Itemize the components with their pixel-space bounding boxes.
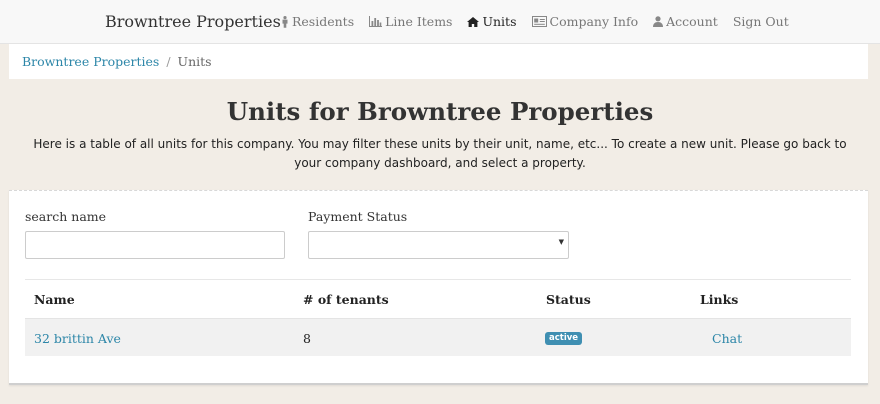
nav-item-units[interactable]: Units	[467, 14, 517, 29]
nav-item-label: Account	[666, 14, 718, 29]
top-navbar: Browntree Properties Residents Line Item…	[0, 0, 880, 44]
tenant-count: 8	[303, 331, 311, 346]
column-header-tenants: # of tenants	[303, 292, 389, 307]
breadcrumb-current: Units	[177, 54, 212, 69]
search-name-label: search name	[25, 209, 107, 224]
table-row: 32 brittin Ave 8 active Chat	[25, 318, 851, 356]
chevron-down-icon: ▼	[558, 238, 564, 246]
nav-item-sign-out[interactable]: Sign Out	[733, 14, 789, 29]
payment-status-label: Payment Status	[308, 209, 408, 224]
id-card-icon	[531, 16, 547, 27]
nav-item-residents[interactable]: Residents	[281, 14, 354, 29]
bar-chart-icon	[369, 16, 383, 27]
nav-item-company-info[interactable]: Company Info	[531, 14, 639, 29]
brand-logo-text[interactable]: Browntree Properties	[105, 12, 281, 31]
status-badge: active	[545, 332, 583, 345]
nav-item-label: Line Items	[385, 14, 453, 29]
divider	[25, 279, 851, 280]
units-panel: search name Payment Status ▼ Name # of t…	[9, 190, 868, 385]
nav-menu: Residents Line Items Units Company Info …	[281, 14, 804, 29]
page-description: Here is a table of all units for this co…	[33, 137, 847, 170]
unit-name-link[interactable]: 32 brittin Ave	[34, 331, 121, 346]
breadcrumb-link-company[interactable]: Browntree Properties	[22, 54, 159, 69]
payment-status-select[interactable]: ▼	[308, 231, 569, 259]
search-name-input[interactable]	[25, 231, 285, 259]
home-icon	[467, 16, 480, 27]
breadcrumb-row: Browntree Properties / Units	[22, 54, 212, 69]
nav-item-line-items[interactable]: Line Items	[369, 14, 452, 29]
nav-item-account[interactable]: Account	[653, 14, 718, 29]
breadcrumb: Browntree Properties / Units	[9, 44, 868, 79]
nav-item-label: Units	[482, 14, 517, 29]
breadcrumb-separator: /	[166, 54, 171, 69]
page-title: Units for Browntree Properties	[226, 97, 654, 126]
column-header-links: Links	[700, 292, 739, 307]
nav-item-label: Residents	[292, 14, 355, 29]
column-header-name: Name	[34, 292, 75, 307]
column-header-status: Status	[546, 292, 591, 307]
male-icon	[281, 15, 289, 28]
nav-item-label: Sign Out	[732, 14, 789, 29]
user-icon	[653, 16, 664, 27]
chat-link[interactable]: Chat	[712, 331, 742, 346]
nav-item-label: Company Info	[549, 14, 639, 29]
